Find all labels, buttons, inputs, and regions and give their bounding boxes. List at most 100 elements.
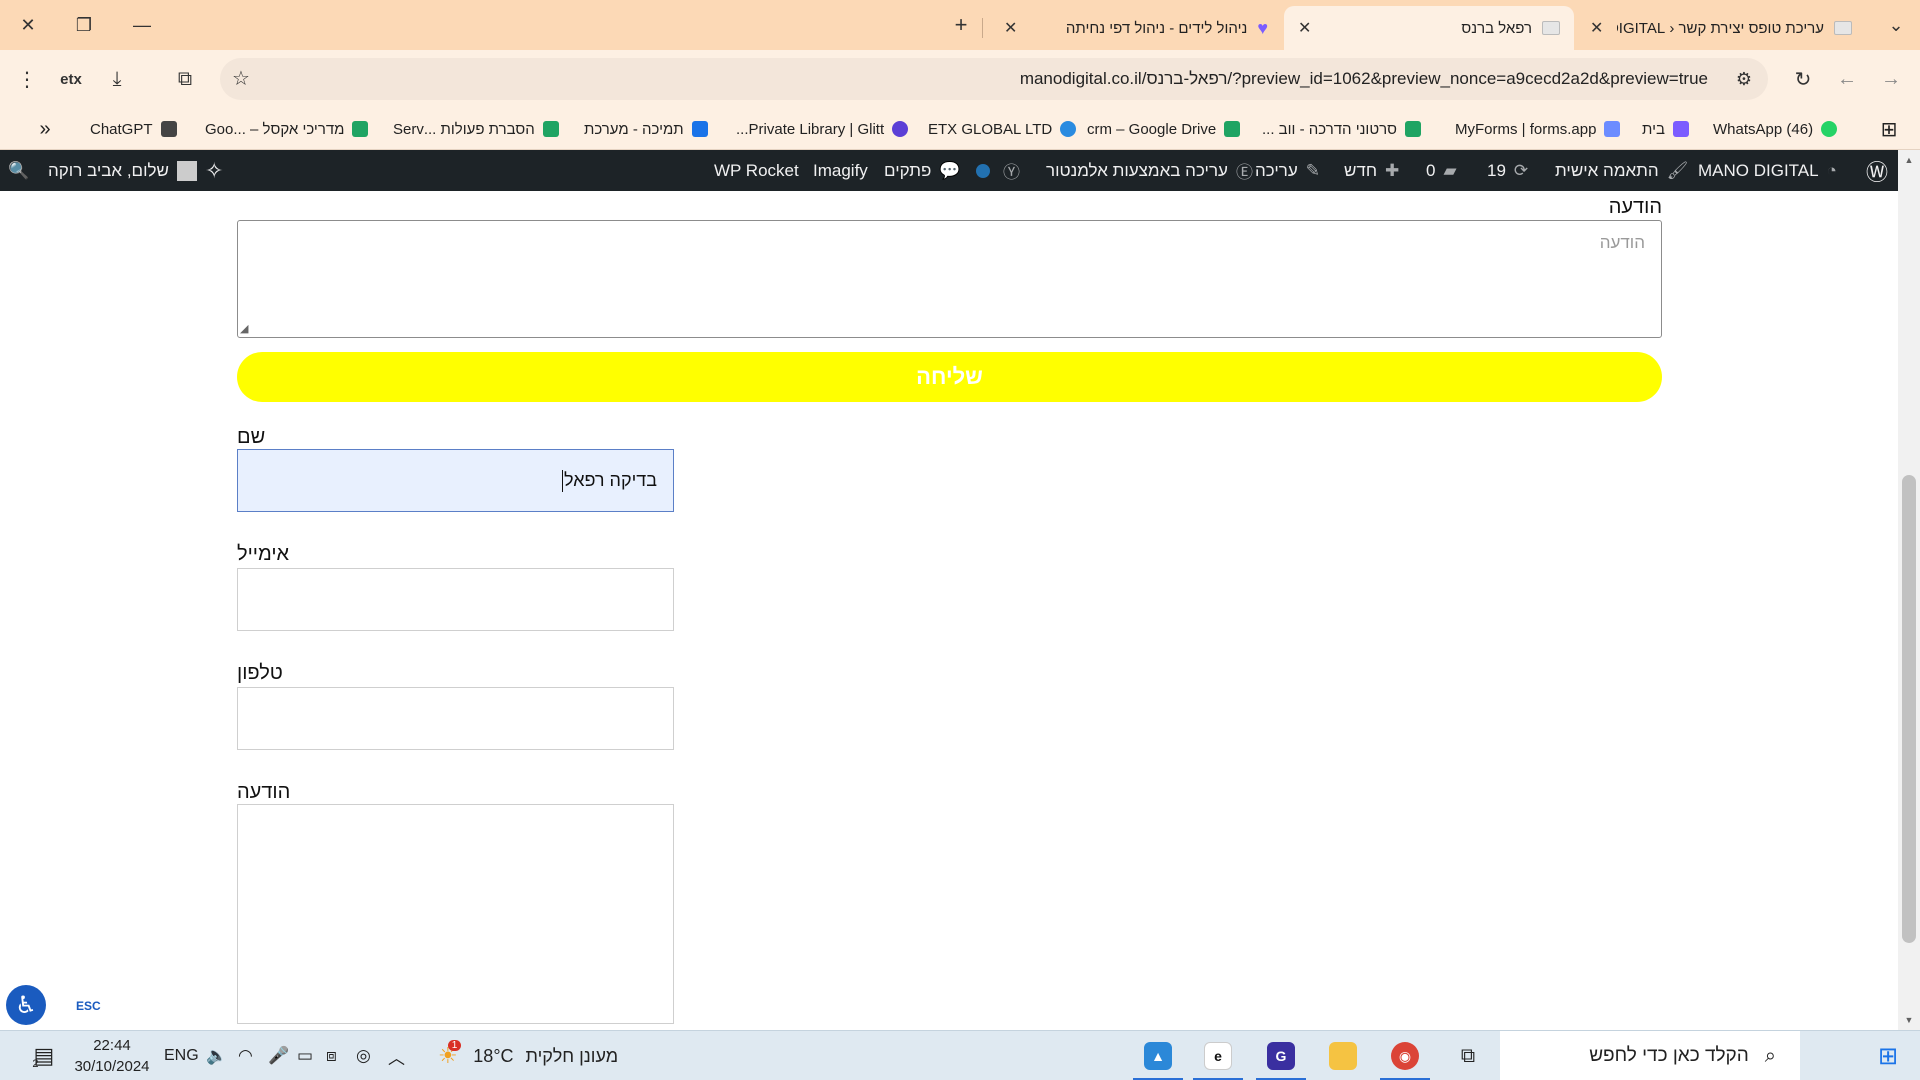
message-label: הודעה	[237, 781, 291, 803]
whatsapp-icon	[1821, 121, 1838, 137]
customize-menu[interactable]: 🖌 התאמה אישית	[1555, 150, 1688, 191]
page-icon	[1834, 21, 1852, 35]
back-icon[interactable]: ←	[1832, 64, 1862, 94]
restore-window-icon[interactable]: ❐	[68, 10, 100, 40]
chrome-icon: ◉	[1391, 1042, 1419, 1070]
avatar	[176, 160, 197, 181]
bookmark-support[interactable]: תמיכה - מערכת	[584, 108, 708, 150]
close-tab-icon[interactable]: ✕	[1298, 18, 1311, 38]
bookmark-star-icon[interactable]: ☆	[232, 58, 250, 100]
brush-icon: 🖌	[1666, 160, 1689, 180]
task-view-icon[interactable]: ⧉	[1443, 1031, 1493, 1080]
minimize-window-icon[interactable]: —	[126, 10, 158, 40]
bookmark-forms-app[interactable]: MyForms | forms.app	[1455, 108, 1621, 150]
download-icon[interactable]: ⤓	[102, 64, 132, 94]
apps-grid-icon[interactable]: ⊞	[1874, 108, 1904, 150]
page-scrollbar[interactable]: ▲ ▼	[1898, 150, 1920, 1030]
close-window-icon[interactable]: ✕	[12, 10, 44, 40]
message-textarea-top[interactable]: הודעה ◢	[237, 220, 1662, 338]
admin-search-icon[interactable]: 🔍	[8, 150, 29, 191]
bookmark-home[interactable]: בית	[1642, 108, 1689, 150]
page-content: הודעה הודעה ◢ שליחה שם בדיקה רפאל אימייל…	[0, 191, 1898, 1030]
ai-sparkle-icon[interactable]: ✧	[205, 150, 223, 191]
scroll-up-icon[interactable]: ▲	[1898, 152, 1920, 168]
scroll-thumb[interactable]	[1902, 475, 1916, 943]
volume-icon[interactable]: 🔈	[206, 1031, 227, 1080]
bookmark-tutorials[interactable]: סרטוני הדרכה - ווב ...	[1262, 108, 1421, 150]
comments-count[interactable]: ▰ 0	[1426, 150, 1457, 191]
wifi-icon[interactable]: ◠	[238, 1031, 253, 1080]
message-textarea[interactable]	[237, 804, 674, 1024]
notes-menu[interactable]: 💬 פתקים	[884, 150, 961, 191]
language-indicator[interactable]: ENG	[164, 1031, 199, 1080]
chat-bubble-icon: 💬	[939, 160, 961, 180]
camera-icon[interactable]: ◎	[356, 1031, 371, 1080]
phone-field[interactable]	[237, 687, 674, 750]
imagify-menu[interactable]: Imagify	[813, 150, 868, 191]
bookmark-whatsapp[interactable]: (46) WhatsApp	[1713, 108, 1838, 150]
resize-handle-icon[interactable]: ◢	[240, 322, 248, 335]
email-field[interactable]	[237, 568, 674, 631]
photos-icon: ▲	[1144, 1042, 1172, 1070]
tab-contact-form[interactable]: עריכת טופס יצירת קשר ‹ MANO DIGITAL ✕	[1576, 6, 1866, 50]
etx-extension-icon[interactable]: etx	[56, 64, 86, 94]
wp-user-menu[interactable]: שלום, אביב רוקה	[48, 150, 197, 191]
heart-icon	[1672, 121, 1689, 137]
etx-icon: e	[1204, 1042, 1232, 1070]
wordpress-logo-icon[interactable]: Ⓦ	[1866, 150, 1888, 191]
menu-dots-icon[interactable]: ⋮	[12, 64, 42, 94]
bookmark-etx[interactable]: ETX GLOBAL LTD	[928, 108, 1077, 150]
taskbar-chrome-app[interactable]: ◉	[1380, 1031, 1430, 1080]
extensions-icon[interactable]: ⧉	[170, 64, 200, 94]
esc-label[interactable]: ESC	[76, 999, 101, 1013]
windows-taskbar: ▤ 2 22:44 30/10/2024 ENG 🔈 ◠ 🎤 ▭ ⧈ ◎ ︿ ☀ …	[0, 1030, 1920, 1080]
chevron-up-icon[interactable]: ︿	[388, 1031, 405, 1080]
taskbar-search-box[interactable]: ⌕ הקלד כאן כדי לחפש	[1500, 1031, 1800, 1080]
name-field[interactable]: בדיקה רפאל	[237, 449, 674, 512]
address-bar[interactable]: ☆ manodigital.co.il/רפאל-ברנס/?preview_i…	[220, 58, 1768, 100]
reload-icon[interactable]: ↻	[1788, 64, 1818, 94]
edit-page[interactable]: ✎ עריכה	[1255, 150, 1320, 191]
new-content[interactable]: ✚ חדש	[1344, 150, 1399, 191]
close-tab-icon[interactable]: ✕	[1590, 18, 1603, 38]
name-value: בדיקה רפאל	[564, 470, 657, 490]
bookmark-chatgpt[interactable]: ChatGPT	[90, 108, 177, 150]
send-button[interactable]: שליחה	[237, 352, 1662, 402]
scroll-down-icon[interactable]: ▼	[1898, 1012, 1920, 1028]
updates-count[interactable]: ⟳ 19	[1487, 150, 1528, 191]
yoast-icon[interactable]: Ⓨ	[1003, 150, 1020, 191]
site-name-menu[interactable]: ◔ MANO DIGITAL	[1698, 150, 1837, 191]
weather-widget[interactable]: ☀ 1 18°C מעונן חלקית	[438, 1031, 618, 1080]
new-tab-button[interactable]: +	[945, 10, 977, 40]
site-settings-icon[interactable]: ⚙	[1736, 58, 1752, 100]
heart-icon: ♥	[1257, 17, 1268, 38]
microphone-icon[interactable]: 🎤	[268, 1031, 289, 1080]
tab-search-chevron-icon[interactable]: ⌄	[1880, 10, 1912, 40]
accessibility-icon[interactable]: ♿	[6, 985, 46, 1025]
dashboard-icon: ◔	[1826, 160, 1837, 180]
system-clock[interactable]: 22:44 30/10/2024	[70, 1035, 154, 1077]
bookmark-excel-guides[interactable]: מדריכי אקסל – ...Goo	[205, 108, 369, 150]
bookmark-crm-drive[interactable]: crm – Google Drive	[1087, 108, 1241, 150]
remote-desktop-icon[interactable]: ⧈	[326, 1031, 337, 1080]
url-text[interactable]: manodigital.co.il/רפאל-ברנס/?preview_id=…	[1020, 58, 1708, 100]
bookmark-glitter[interactable]: Private Library | Glitt...	[736, 108, 909, 150]
forward-icon[interactable]: →	[1876, 64, 1906, 94]
taskbar-explorer-app[interactable]	[1318, 1031, 1368, 1080]
windows-start-icon[interactable]: ⊞	[1868, 1031, 1908, 1080]
edit-with-elementor[interactable]: Ⓔ עריכה באמצעות אלמנטור	[1046, 150, 1253, 191]
calendar-icon	[691, 121, 708, 137]
notifications-icon[interactable]: ▤ 2	[14, 1031, 58, 1080]
bookmark-actions[interactable]: הסברת פעולות ...Serv	[393, 108, 559, 150]
taskbar-photos-app[interactable]: ▲	[1133, 1031, 1183, 1080]
more-bookmarks-icon[interactable]: «	[30, 108, 60, 150]
taskbar-glitter-app[interactable]: G	[1256, 1031, 1306, 1080]
taskbar-etx-app[interactable]: e	[1193, 1031, 1243, 1080]
tab-leads[interactable]: ♥ ניהול לידים - ניהול דפי נחיתה ✕	[990, 6, 1282, 50]
close-tab-icon[interactable]: ✕	[1004, 18, 1017, 38]
seo-status-dot[interactable]	[976, 150, 990, 191]
battery-icon[interactable]: ▭	[297, 1031, 313, 1080]
forms-icon	[1604, 121, 1621, 137]
wp-rocket-menu[interactable]: WP Rocket	[714, 150, 799, 191]
tab-rafael[interactable]: רפאל ברנס ✕	[1284, 6, 1574, 50]
